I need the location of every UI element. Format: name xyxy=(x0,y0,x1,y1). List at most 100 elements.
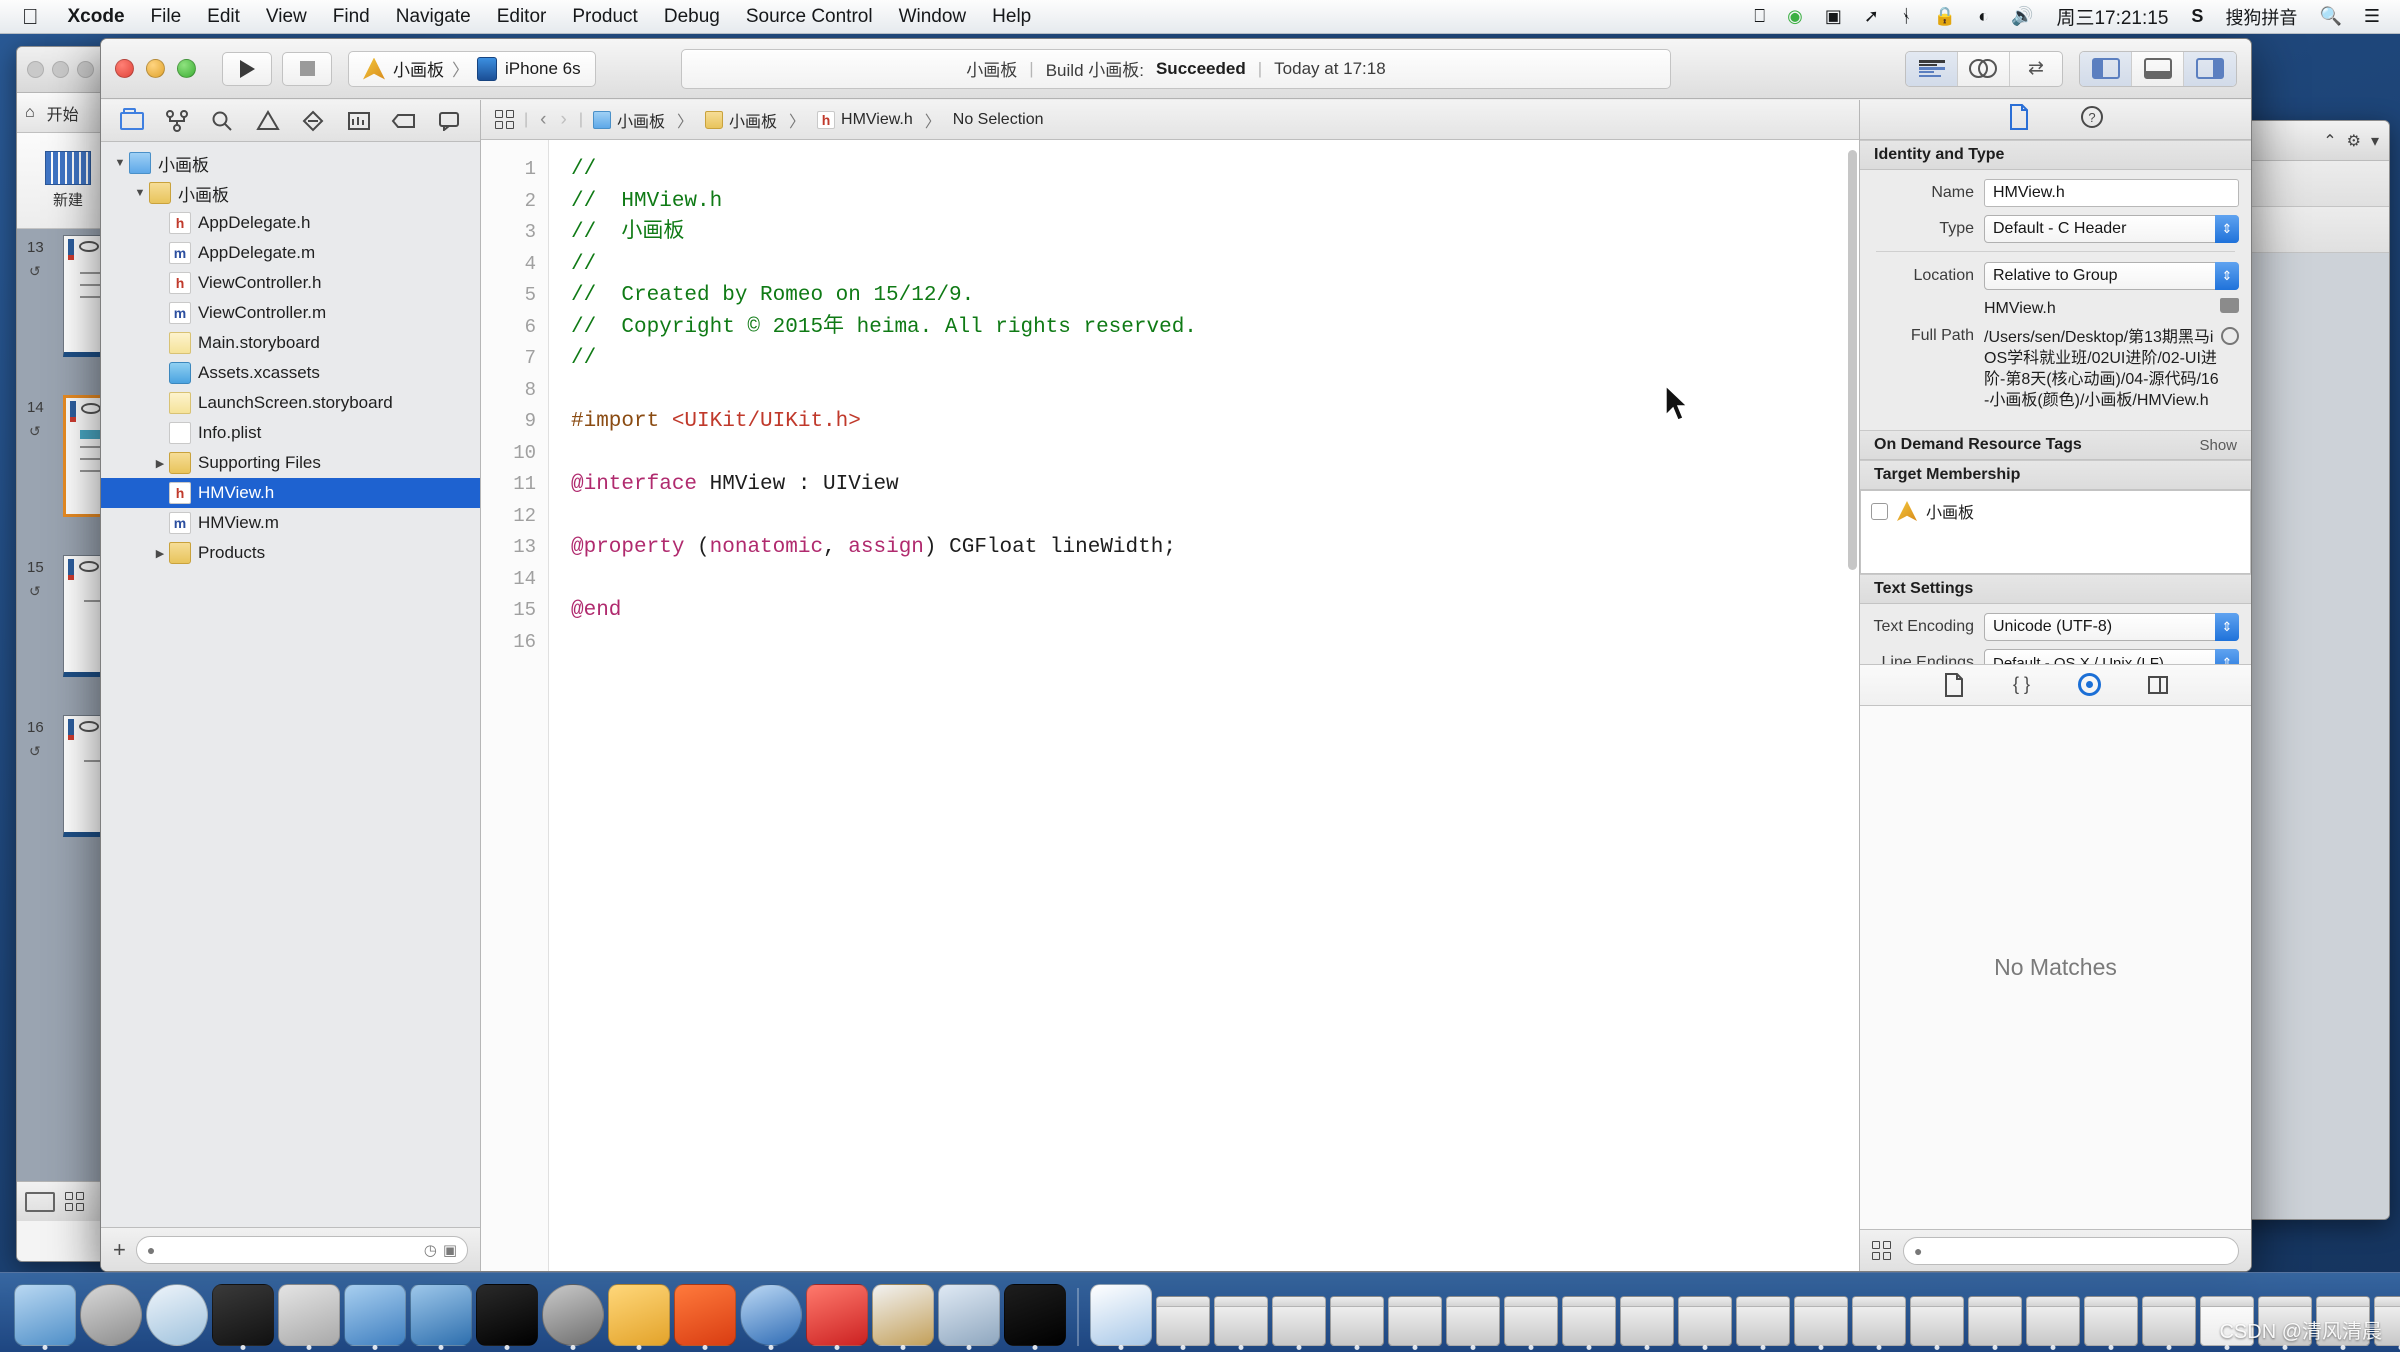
tree-row-viewcontroller-h[interactable]: h ViewController.h xyxy=(101,268,480,298)
text-settings-body[interactable]: Text Encoding Unicode (UTF-8) ⇕ Line End… xyxy=(1860,604,2251,664)
identity-and-type-header[interactable]: Identity and Type xyxy=(1860,140,2251,170)
identity-and-type-body[interactable]: Name HMView.h Type Default - C Header ⇕ … xyxy=(1860,170,2251,430)
code-editor[interactable]: 1 2 3 4 5 6 7 8 9 10 11 12 13 14 15 16 /… xyxy=(481,140,1859,1271)
library-footer[interactable]: ● xyxy=(1860,1229,2251,1271)
name-field[interactable]: HMView.h xyxy=(1984,179,2239,207)
zoom-button[interactable] xyxy=(177,59,196,78)
minimized-window[interactable] xyxy=(1562,1296,1616,1346)
menu-item-xcode[interactable]: Xcode xyxy=(55,0,138,34)
navigator-footer[interactable]: + ● ◷ ▣ xyxy=(101,1227,480,1271)
pdf-icon[interactable] xyxy=(674,1284,736,1346)
editor-mode-segmented-control[interactable]: ⇄ xyxy=(1905,50,2063,87)
standard-editor-icon[interactable] xyxy=(1906,51,1958,86)
screen-record-icon[interactable]: ▣ xyxy=(1814,6,1853,27)
notification-list-icon[interactable]: ☰ xyxy=(2353,6,2400,27)
project-navigator-icon[interactable] xyxy=(115,106,149,136)
menubar-clock[interactable]: 周三17:21:15 xyxy=(2044,3,2180,30)
inspector-tab-bar[interactable]: ? xyxy=(1860,100,2251,140)
location-popup[interactable]: Relative to Group ⇕ xyxy=(1984,262,2239,290)
type-row[interactable]: Type Default - C Header ⇕ xyxy=(1872,215,2239,243)
quick-help-inspector-icon[interactable]: ? xyxy=(2080,105,2104,134)
grid-view-icon[interactable] xyxy=(1872,1241,1891,1260)
settings-icon[interactable] xyxy=(542,1284,604,1346)
chevron-updown-icon[interactable]: ⇕ xyxy=(2215,262,2239,290)
relative-file-row[interactable]: HMView.h xyxy=(1872,298,2239,319)
editor-vertical-scrollbar[interactable] xyxy=(1848,150,1857,570)
assistant-editor-icon[interactable] xyxy=(1958,51,2010,86)
clock-icon[interactable]: ◷ xyxy=(424,1241,437,1259)
tree-row-appdelegate-m[interactable]: m AppDelegate.m xyxy=(101,238,480,268)
close-button[interactable] xyxy=(115,59,134,78)
text-settings-header[interactable]: Text Settings xyxy=(1860,574,2251,604)
collapse-chevron-icon[interactable]: ⌃ xyxy=(2323,131,2336,151)
library-content[interactable]: No Matches xyxy=(1860,705,2251,1229)
project-file-tree[interactable]: ▼ 小画板 ▼ 小画板 h AppDelegate.h m AppDelegat… xyxy=(101,142,480,1227)
line-endings-popup[interactable]: Default - OS X / Unix (LF) ⇕ xyxy=(1984,649,2239,664)
macos-dock[interactable] xyxy=(0,1272,2400,1352)
target-membership-list[interactable]: 小画板 xyxy=(1860,490,2251,574)
breadcrumb-project[interactable]: 小画板 xyxy=(592,108,665,132)
tree-row-launchscreen[interactable]: LaunchScreen.storyboard xyxy=(101,388,480,418)
screen-share-icon[interactable]: ⎕ xyxy=(1743,6,1776,27)
safari-icon[interactable] xyxy=(146,1284,208,1346)
wifi-icon[interactable]: ◐ xyxy=(1967,6,2000,27)
text-encoding-row[interactable]: Text Encoding Unicode (UTF-8) ⇕ xyxy=(1872,613,2239,641)
bg-close-button[interactable] xyxy=(27,61,44,78)
minimized-window[interactable] xyxy=(1794,1296,1848,1346)
minimized-window[interactable] xyxy=(2142,1296,2196,1346)
back-arrow-icon[interactable]: ‹ xyxy=(538,109,548,131)
xcode-window[interactable]: 小画板 〉 iPhone 6s 小画板 | Build 小画板: Succeed… xyxy=(100,38,2252,1272)
view-toggles-segmented-control[interactable] xyxy=(2079,50,2237,87)
minimized-window-chrome[interactable] xyxy=(1090,1284,1152,1346)
debug-navigator-icon[interactable] xyxy=(342,106,376,136)
stop-button[interactable] xyxy=(282,51,332,86)
tree-row-main-storyboard[interactable]: Main.storyboard xyxy=(101,328,480,358)
disclosure-triangle-icon[interactable]: ▼ xyxy=(131,187,149,199)
notes-icon[interactable] xyxy=(344,1284,406,1346)
source-code-text[interactable]: // // HMView.h // 小画板 // // Created by Romeo… xyxy=(549,140,1859,1271)
airplane-icon[interactable]: ➚ xyxy=(1853,6,1890,27)
version-editor-icon[interactable]: ⇄ xyxy=(2010,52,2062,86)
breadcrumb-file[interactable]: h HMView.h xyxy=(817,110,913,129)
mail-icon[interactable] xyxy=(212,1284,274,1346)
minimized-window[interactable] xyxy=(1910,1296,1964,1346)
minimized-window[interactable] xyxy=(1214,1296,1268,1346)
toolbar-right-controls[interactable]: ⇄ xyxy=(1905,50,2237,87)
minimize-button[interactable] xyxy=(146,59,165,78)
menu-item-view[interactable]: View xyxy=(253,0,320,34)
object-library-icon[interactable] xyxy=(2078,673,2102,697)
file-template-library-icon[interactable] xyxy=(1942,672,1966,697)
bg-new-button[interactable]: 新建 xyxy=(45,151,91,210)
minimized-window[interactable] xyxy=(1968,1296,2022,1346)
minimized-window[interactable] xyxy=(1446,1296,1500,1346)
breakpoint-navigator-icon[interactable] xyxy=(387,106,421,136)
issue-navigator-icon[interactable] xyxy=(251,106,285,136)
filter-icon[interactable]: ▣ xyxy=(443,1241,457,1259)
calendar-icon[interactable] xyxy=(872,1284,934,1346)
utilities-toggle-icon[interactable] xyxy=(2184,51,2236,86)
run-button[interactable] xyxy=(222,51,272,86)
minimized-window[interactable] xyxy=(2026,1296,2080,1346)
jump-bar[interactable]: | ‹ › | 小画板 〉 小画板 〉 h HMView.h 〉 No Sele… xyxy=(481,100,1859,140)
disclosure-triangle-icon[interactable]: ▶ xyxy=(151,547,169,560)
report-navigator-icon[interactable] xyxy=(432,106,466,136)
scheme-name[interactable]: 小画板 xyxy=(393,56,444,81)
launchpad-icon[interactable] xyxy=(80,1284,142,1346)
terminal-icon[interactable] xyxy=(476,1284,538,1346)
disclosure-triangle-icon[interactable]: ▼ xyxy=(111,157,129,169)
menu-item-edit[interactable]: Edit xyxy=(194,0,253,34)
tree-row-group[interactable]: ▼ 小画板 xyxy=(101,178,480,208)
search-icon[interactable]: 🔍 xyxy=(2308,6,2352,27)
macos-menubar[interactable]:  Xcode File Edit View Find Navigate Edi… xyxy=(0,0,2400,34)
minimized-window[interactable] xyxy=(1620,1296,1674,1346)
minimized-window[interactable] xyxy=(1504,1296,1558,1346)
add-file-button[interactable]: + xyxy=(113,1237,126,1263)
chevron-updown-icon[interactable]: ⇕ xyxy=(2215,215,2239,243)
menu-item-navigate[interactable]: Navigate xyxy=(383,0,484,34)
destination-name[interactable]: iPhone 6s xyxy=(505,59,581,79)
bg-zoom-button[interactable] xyxy=(77,61,94,78)
on-demand-resource-tags-header[interactable]: On Demand Resource Tags Show xyxy=(1860,430,2251,460)
menu-item-source-control[interactable]: Source Control xyxy=(733,0,886,34)
tree-row-supporting-files[interactable]: ▶ Supporting Files xyxy=(101,448,480,478)
name-row[interactable]: Name HMView.h xyxy=(1872,179,2239,207)
